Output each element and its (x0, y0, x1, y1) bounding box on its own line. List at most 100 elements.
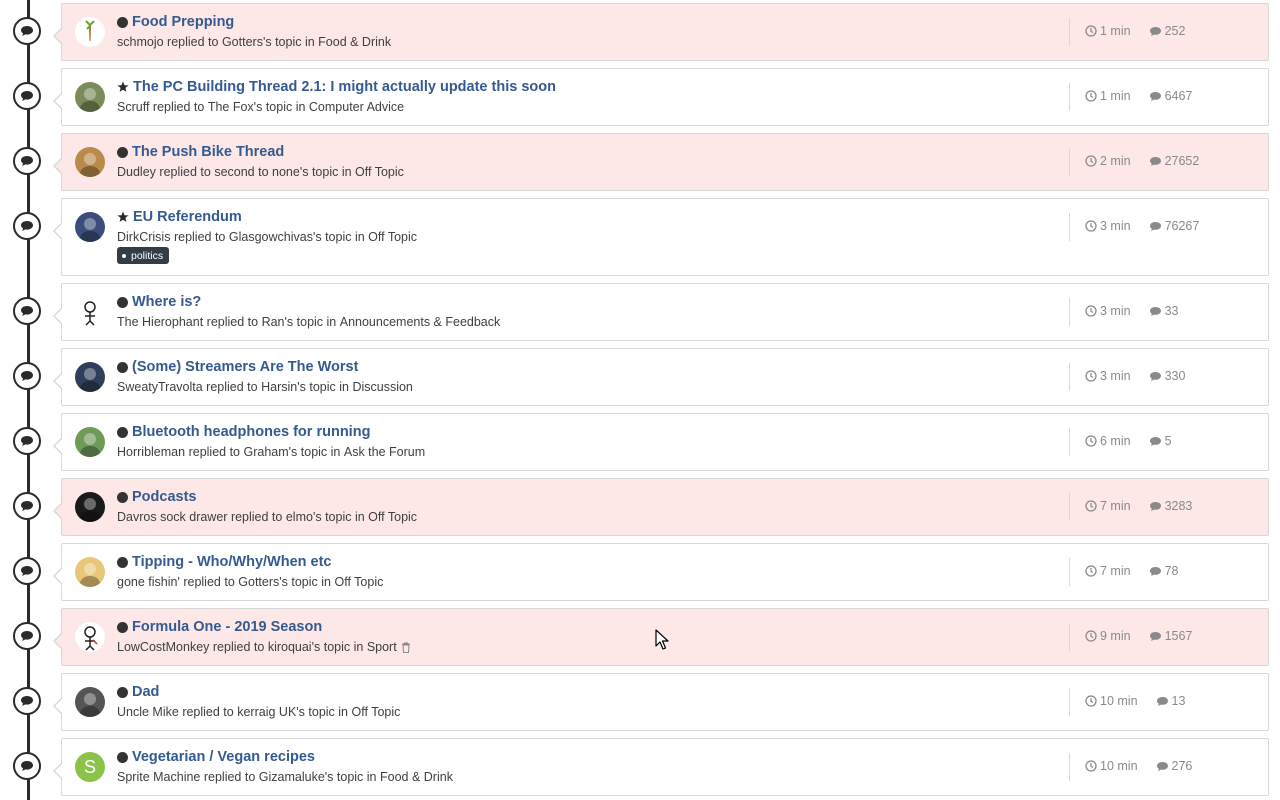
username-link[interactable]: Horribleman (117, 445, 185, 459)
topic-title-link[interactable]: Tipping - Who/Why/When etc (132, 554, 331, 570)
activity-meta: gone fishin' replied to Gotters's topic … (117, 575, 383, 589)
topic-title-link[interactable]: (Some) Streamers Are The Worst (132, 359, 358, 375)
activity-item: (Some) Streamers Are The Worst SweatyTrav… (0, 348, 1280, 406)
user-avatar[interactable] (75, 427, 105, 457)
topic-owner-link[interactable]: second to none's (214, 165, 308, 179)
forum-link[interactable]: Announcements & Feedback (340, 315, 501, 329)
topic-owner-link[interactable]: elmo's (286, 510, 322, 524)
topic-title-link[interactable]: Where is? (132, 294, 201, 310)
comment-bubble-icon (21, 306, 33, 316)
activity-stats: 6 min 5 (1085, 434, 1172, 448)
user-avatar[interactable] (75, 297, 105, 327)
forum-link[interactable]: Sport (367, 640, 397, 654)
topic-owner-link[interactable]: Gotters's (222, 35, 272, 49)
username-link[interactable]: Uncle Mike (117, 705, 179, 719)
username-link[interactable]: DirkCrisis (117, 230, 170, 244)
username-link[interactable]: The Hierophant (117, 315, 203, 329)
username-link[interactable]: Scruff (117, 100, 149, 114)
forum-link[interactable]: Discussion (352, 380, 412, 394)
username-link[interactable]: Dudley (117, 165, 156, 179)
activity-item: S Vegetarian / Vegan recipes Sprite Machin… (0, 738, 1280, 796)
username-link[interactable]: gone fishin' (117, 575, 180, 589)
topic-title-link[interactable]: The Push Bike Thread (132, 144, 284, 160)
comment-bubble-icon (21, 631, 33, 641)
reply-count: 76267 (1164, 219, 1200, 233)
topic-title-link[interactable]: Dad (132, 684, 159, 700)
user-avatar[interactable] (75, 212, 105, 242)
topic-tag[interactable]: politics (117, 247, 170, 264)
topic-title-link[interactable]: EU Referendum (133, 209, 242, 225)
user-avatar[interactable] (75, 492, 105, 522)
forum-link[interactable]: Computer Advice (309, 100, 404, 114)
topic-title-link[interactable]: Vegetarian / Vegan recipes (132, 749, 315, 765)
activity-stats: 7 min 78 (1085, 564, 1178, 578)
stats-divider (1069, 18, 1070, 46)
unread-bullet-icon (117, 621, 128, 633)
forum-link[interactable]: Off Topic (355, 165, 404, 179)
user-avatar[interactable] (75, 147, 105, 177)
activity-card: The Push Bike Thread Dudley replied to se… (53, 133, 1269, 191)
action-text: replied to (183, 575, 235, 589)
topic-owner-link[interactable]: Graham's (244, 445, 298, 459)
topic-in-text: topic in (325, 510, 365, 524)
activity-meta: Horribleman replied to Graham's topic in… (117, 445, 425, 459)
topic-owner-link[interactable]: kiroquai's (268, 640, 320, 654)
forum-link[interactable]: Ask the Forum (344, 445, 425, 459)
topic-owner-link[interactable]: The Fox's (208, 100, 263, 114)
username-link[interactable]: SweatyTravolta (117, 380, 203, 394)
stats-divider (1069, 213, 1070, 241)
user-avatar[interactable] (75, 82, 105, 112)
comment-icon (1149, 371, 1161, 381)
forum-link[interactable]: Food & Drink (380, 770, 453, 784)
username-link[interactable]: LowCostMonkey (117, 640, 209, 654)
topic-in-text: topic in (296, 315, 337, 329)
topic-title-link[interactable]: The PC Building Thread 2.1: I might actu… (133, 79, 556, 95)
topic-owner-link[interactable]: Harsin's (261, 380, 306, 394)
username-link[interactable]: Davros sock drawer (117, 510, 227, 524)
timeline-node (13, 752, 41, 780)
activity-meta: schmojo replied to Gotters's topic in Fo… (117, 35, 391, 49)
forum-link[interactable]: Off Topic (334, 575, 383, 589)
user-avatar[interactable] (75, 557, 105, 587)
star-icon (117, 81, 129, 92)
action-text: replied to (230, 510, 283, 524)
forum-link[interactable]: Food & Drink (318, 35, 391, 49)
activity-card: The PC Building Thread 2.1: I might actu… (53, 68, 1269, 126)
timeline-node (13, 622, 41, 650)
comment-bubble-icon (21, 761, 33, 771)
username-link[interactable]: Sprite Machine (117, 770, 200, 784)
comment-icon (1149, 436, 1161, 446)
action-text: replied to (188, 445, 241, 459)
time-value: 10 min (1100, 759, 1138, 773)
reply-count: 13 (1171, 694, 1186, 708)
user-avatar[interactable]: S (75, 752, 105, 782)
stats-divider (1069, 558, 1070, 586)
topic-owner-link[interactable]: kerraig UK's (237, 705, 305, 719)
topic-title-link[interactable]: Bluetooth headphones for running (132, 424, 370, 440)
username-link[interactable]: schmojo (117, 35, 164, 49)
forum-link[interactable]: Off Topic (352, 705, 401, 719)
comment-bubble-icon (21, 156, 33, 166)
activity-meta: LowCostMonkey replied to kiroquai's topi… (117, 640, 411, 654)
forum-link[interactable]: Off Topic (368, 230, 417, 244)
user-avatar[interactable] (75, 687, 105, 717)
stats-divider (1069, 753, 1070, 781)
topic-owner-link[interactable]: Glasgowchivas's (229, 230, 322, 244)
topic-title-link[interactable]: Formula One - 2019 Season (132, 619, 322, 635)
trash-icon (401, 642, 410, 653)
forum-link[interactable]: Off Topic (368, 510, 417, 524)
timeline-node (13, 362, 41, 390)
stats-divider (1069, 493, 1070, 521)
cartoon-avatar (79, 433, 101, 457)
user-avatar[interactable] (75, 362, 105, 392)
unread-bullet-icon (117, 361, 128, 373)
topic-title-link[interactable]: Food Prepping (132, 14, 234, 30)
time-stat: 1 min (1085, 89, 1131, 103)
user-avatar[interactable] (75, 17, 105, 47)
topic-owner-link[interactable]: Ran's (262, 315, 294, 329)
user-avatar[interactable] (75, 622, 105, 652)
hooded-figure-avatar (79, 368, 101, 392)
topic-owner-link[interactable]: Gizamaluke's (259, 770, 334, 784)
topic-title-link[interactable]: Podcasts (132, 489, 196, 505)
topic-owner-link[interactable]: Gotters's (238, 575, 288, 589)
